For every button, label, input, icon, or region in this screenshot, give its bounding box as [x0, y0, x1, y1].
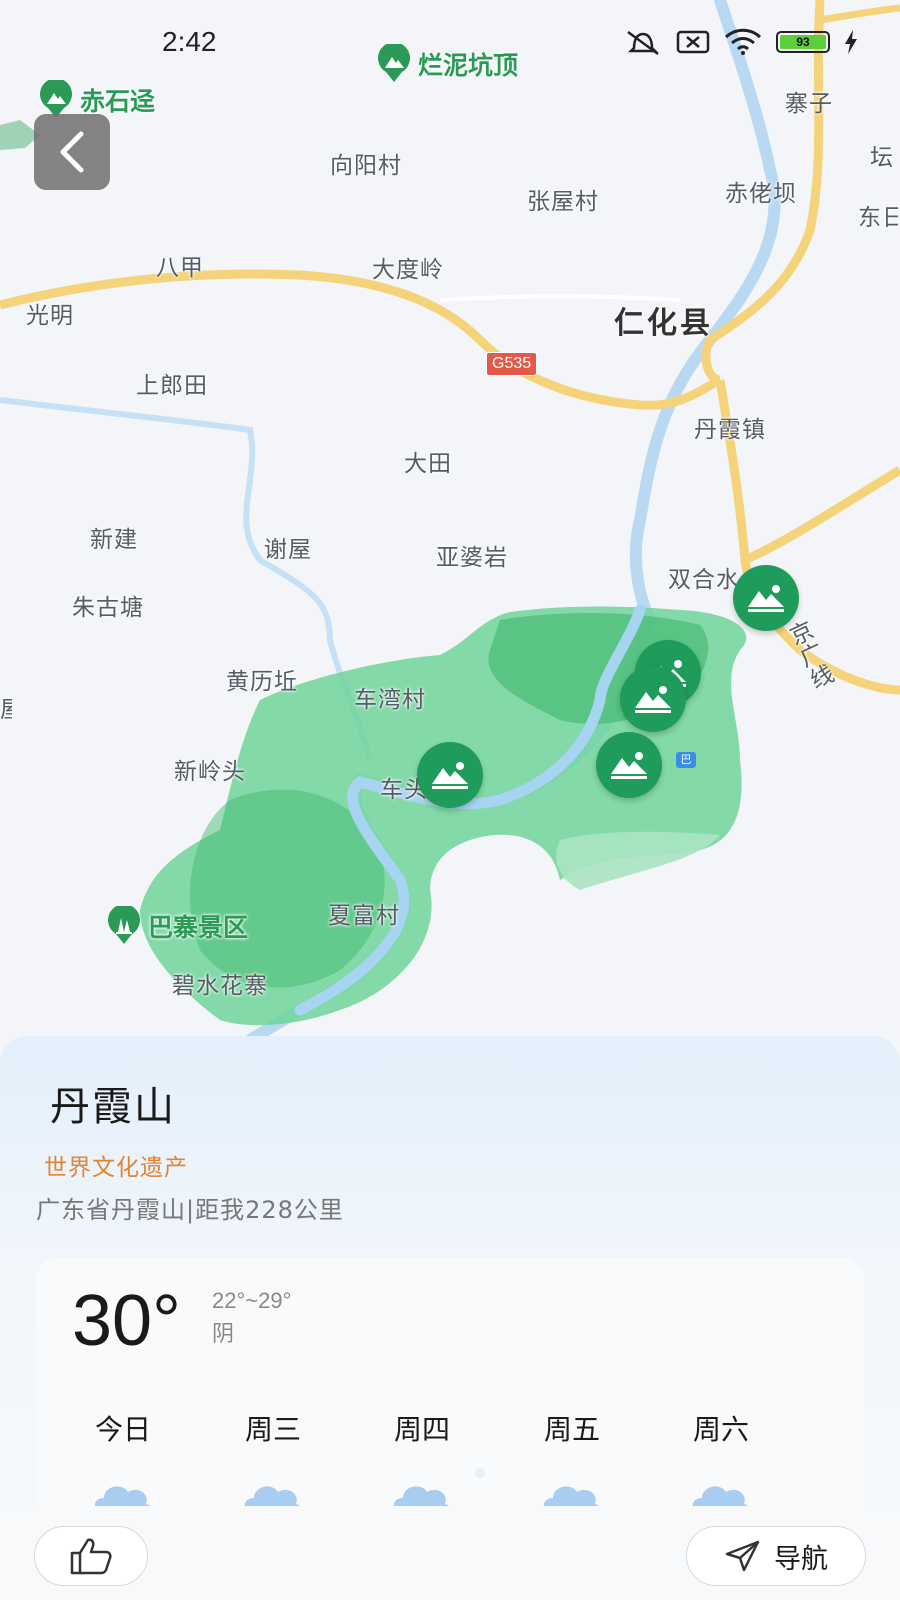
- forecast-day-label: 周四: [393, 1413, 450, 1446]
- place-label-city: 仁化县: [614, 306, 713, 341]
- place-label: 夏富村: [328, 903, 400, 929]
- wifi-icon: [724, 28, 762, 55]
- place-label: 张屋村: [527, 189, 599, 215]
- place-label: 屋: [0, 690, 12, 724]
- place-label: 丹霞镇: [694, 417, 766, 443]
- status-time: 2:42: [162, 26, 217, 57]
- place-label: 寨子: [785, 91, 833, 117]
- navigation-arrow-icon: [725, 1540, 760, 1572]
- forecast-day: 周四: [372, 1408, 472, 1520]
- temperature-range: 22°~29°: [212, 1288, 292, 1313]
- scenic-marker[interactable]: [417, 742, 483, 808]
- mountain-icon: [748, 585, 784, 612]
- heritage-tag: 世界文化遗产: [44, 1155, 188, 1181]
- forecast-day-label: 今日: [94, 1413, 151, 1446]
- tree-pin-icon: [108, 906, 140, 944]
- poi-bazhaijingqu[interactable]: 巴寨景区: [104, 906, 248, 946]
- place-label: 坛: [870, 145, 894, 171]
- forecast-day-label: 周六: [692, 1413, 749, 1446]
- forecast-day: 周三: [223, 1408, 323, 1520]
- scenic-title: 丹霞山: [50, 1084, 176, 1130]
- scenic-marker[interactable]: [620, 666, 686, 732]
- place-label: 八甲: [156, 255, 204, 281]
- scenic-marker[interactable]: [596, 732, 662, 798]
- forecast-day-label: 周三: [244, 1413, 301, 1446]
- navigate-button[interactable]: 导航: [686, 1526, 866, 1586]
- mountain-icon: [432, 762, 468, 789]
- place-label: 车湾村: [354, 687, 426, 713]
- scenic-marker[interactable]: [733, 565, 799, 631]
- place-label: 上郎田: [136, 373, 208, 399]
- place-label: 新建: [90, 527, 138, 553]
- scenic-location: 广东省丹霞山|距我228公里: [36, 1196, 344, 1224]
- mountain-icon: [635, 686, 671, 713]
- poi-label: 巴寨景区: [148, 913, 249, 942]
- place-label: 向阳村: [330, 153, 402, 179]
- mountain-icon: [611, 752, 647, 779]
- forecast-day: 周五: [522, 1408, 622, 1520]
- battery-icon: 93: [776, 31, 830, 53]
- place-label: 新岭头: [174, 759, 246, 785]
- poi-label: 赤石迳: [80, 87, 156, 116]
- page-indicator-dot: [475, 1468, 485, 1478]
- thumbs-up-icon: [70, 1538, 112, 1575]
- place-label: 大度岭: [372, 257, 444, 283]
- back-button[interactable]: [34, 114, 110, 190]
- forecast-day-label: 周五: [543, 1413, 600, 1446]
- forecast-day: 今日: [73, 1408, 173, 1520]
- place-label: 赤佬坝: [725, 181, 797, 207]
- place-label: 双合水: [668, 567, 740, 593]
- status-icons: 93: [624, 28, 858, 56]
- forecast-day: 周六: [671, 1408, 771, 1520]
- poi-lannikengding[interactable]: 烂泥坑顶: [374, 44, 518, 84]
- like-button[interactable]: [34, 1526, 148, 1586]
- map-view[interactable]: 向阳村 张屋村 赤佬坝 寨子 坛 东日 八甲 大度岭 光明 仁化县 上郎田 丹霞…: [0, 0, 900, 1080]
- place-label: 亚婆岩: [436, 545, 508, 571]
- battery-level: 93: [780, 35, 826, 49]
- vibrate-muted-icon: [627, 30, 659, 56]
- place-label: 大田: [404, 451, 452, 477]
- chevron-left-icon: [60, 131, 84, 173]
- place-label: 黄历坵: [226, 669, 298, 695]
- weather-card: 30° 22°~29° 阴 今日 周三 周四 周五 周六: [36, 1258, 864, 1548]
- place-label: 东日: [858, 205, 898, 231]
- mountain-pin-icon: [378, 44, 410, 82]
- weather-description: 阴: [212, 1322, 235, 1347]
- sim-disabled-icon: [676, 30, 710, 54]
- place-label: 光明: [26, 303, 74, 329]
- bottom-action-bar: 导航: [0, 1506, 900, 1600]
- road-shield-g535: G535: [486, 352, 538, 376]
- poi-label: 烂泥坑顶: [418, 51, 519, 80]
- current-temperature: 30°: [72, 1281, 181, 1361]
- charging-icon: [845, 30, 857, 54]
- place-label: 谢屋: [264, 537, 312, 563]
- navigate-label: 导航: [774, 1543, 828, 1575]
- place-label: 碧水花寨: [172, 973, 268, 999]
- bus-stop-icon[interactable]: 巴: [676, 752, 696, 768]
- place-label: 朱古塘: [72, 595, 144, 621]
